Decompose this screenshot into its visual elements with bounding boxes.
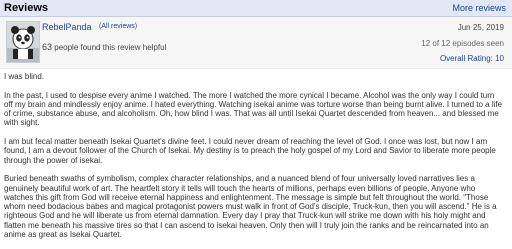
review-date: Jun 25, 2019 [457, 23, 504, 32]
reviews-title: Reviews [4, 2, 49, 14]
review-paragraph: In the past, I used to despise every ani… [4, 90, 503, 128]
review-body: I was blind. In the past, I used to desp… [4, 72, 504, 249]
episodes-seen: 12 of 12 episodes seen [421, 39, 504, 48]
overall-rating-value: 10 [495, 54, 504, 63]
helpful-text: people found this review helpful [52, 43, 167, 52]
review-paragraph: I am but fecal matter beneath Isekai Qua… [4, 137, 496, 165]
review-paragraph: Buried beneath swaths of symbolism, comp… [4, 174, 497, 240]
username-link[interactable]: RebelPanda [42, 22, 92, 32]
avatar-image [7, 22, 39, 62]
helpful-number: 63 [42, 42, 53, 52]
review-header: RebelPanda (All reviews) 63 people found… [0, 17, 512, 69]
more-reviews-link[interactable]: More reviews [452, 3, 506, 13]
review-paragraph: I was blind. [4, 72, 45, 81]
reviews-header: Reviews More reviews [0, 0, 512, 17]
overall-rating-label: Overall Rating: [439, 54, 496, 63]
avatar[interactable] [6, 21, 40, 63]
overall-rating[interactable]: Overall Rating: 10 [440, 54, 504, 63]
all-reviews-link[interactable]: (All reviews) [99, 23, 137, 30]
helpful-count: 63 people found this review helpful [42, 42, 166, 52]
